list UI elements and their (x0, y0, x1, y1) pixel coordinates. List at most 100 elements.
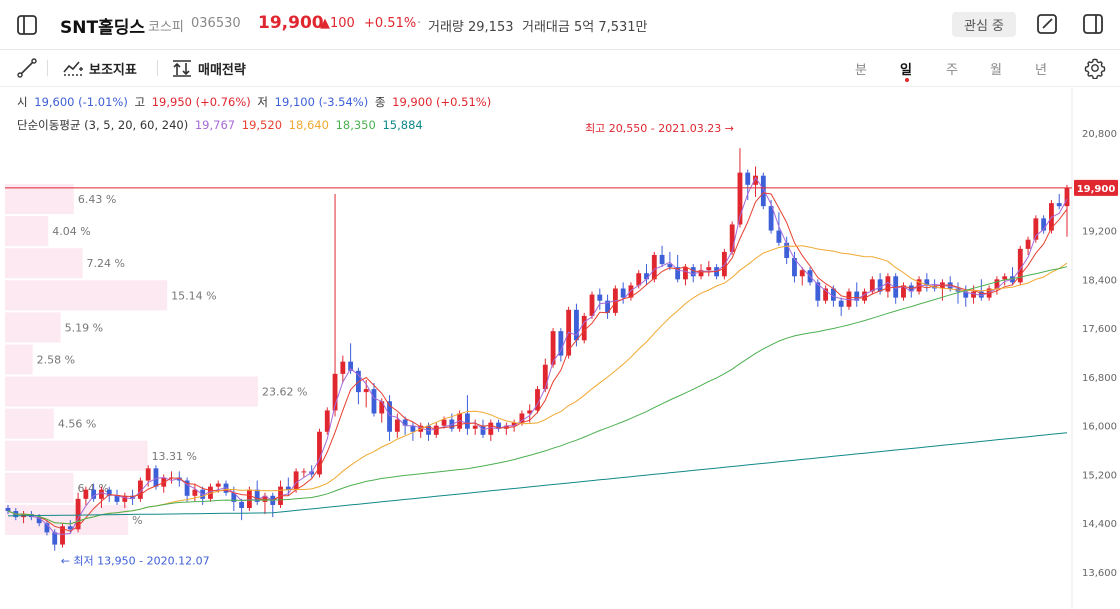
ma240-value: 15,884 (382, 118, 423, 132)
ma5-value: 19,520 (241, 118, 283, 132)
candle-body (402, 419, 408, 426)
y-tick-label: 20,800 (1082, 129, 1117, 140)
candle-body (877, 279, 883, 292)
gear-icon[interactable] (1083, 56, 1107, 80)
candles-group (5, 148, 1070, 551)
volume-profile-bar (5, 312, 61, 343)
volume-profile-bar (5, 216, 49, 247)
y-tick-label: 16,000 (1082, 422, 1117, 433)
y-tick-label: 15,200 (1082, 470, 1117, 481)
candle-body (441, 419, 447, 426)
low-value: 19,100 (-3.54%) (274, 95, 369, 109)
low-label: 저 (257, 95, 269, 109)
candle-body (760, 175, 766, 207)
open-label: 시 (17, 95, 28, 109)
period-day-tab[interactable]: 일 (900, 59, 912, 78)
period-month-tab[interactable]: 월 (990, 59, 1002, 78)
candlestick-chart[interactable]: 20,800 19,200 18,400 17,600 16,800 16,000 15,2… (0, 88, 1120, 609)
candle-body (706, 267, 712, 271)
volume-profile-label: 6.43 % (78, 193, 116, 206)
volume-profile-label: % (132, 514, 142, 527)
draw-line-icon[interactable] (16, 57, 38, 79)
volume-profile-label: 5.19 % (65, 321, 103, 334)
trade-volume: 거래량 29,153 (428, 20, 514, 35)
toolbar-divider (47, 60, 48, 76)
candle-body (83, 489, 89, 499)
ma60-value: 18,350 (335, 118, 376, 132)
indicator-button[interactable]: 보조지표 (62, 56, 137, 80)
sidebar-toggle-icon[interactable] (14, 12, 40, 38)
strategy-label: 매매전략 (198, 62, 246, 78)
candle-body (480, 425, 486, 435)
high-value: 19,950 (+0.76%) (151, 95, 251, 109)
y-tick-label: 17,600 (1082, 324, 1117, 335)
candle-body (99, 489, 104, 499)
period-minute-tab[interactable]: 분 (855, 59, 867, 78)
trade-amount: 거래대금 5억 7,531만 (522, 20, 648, 35)
candle-body (1002, 276, 1008, 280)
low-annotation: ← 최저 13,950 - 2020.12.07 (61, 555, 210, 568)
active-period-indicator (905, 78, 909, 82)
candle-body (589, 294, 595, 316)
toolbar-divider (157, 60, 158, 76)
candle-body (542, 364, 548, 390)
candle-body (784, 242, 790, 258)
separator-dot: · (417, 16, 422, 31)
candle-body (581, 315, 587, 341)
candle-body (799, 270, 805, 277)
price-change-percent: +0.51% (364, 16, 417, 31)
candle-body (721, 251, 727, 277)
candle-body (293, 471, 299, 490)
close-value: 19,900 (+0.51%) (392, 95, 492, 109)
edit-icon[interactable] (1035, 12, 1059, 36)
candle-body (215, 483, 221, 487)
current-price-tag-label: 19,900 (1077, 184, 1116, 195)
candle-body (776, 230, 782, 243)
ma20-value: 18,640 (288, 118, 329, 132)
strategy-icon (173, 60, 191, 77)
y-tick-label: 18,400 (1082, 275, 1117, 286)
volume-profile-bar (5, 184, 74, 215)
candle-body (379, 401, 385, 414)
candle-body (246, 489, 252, 508)
volume-profile-label: 4.04 % (52, 225, 90, 238)
ohlc-summary: 시 19,600 (-1.01%) 고 19,950 (+0.76%) 저 19… (17, 94, 494, 110)
period-week-tab[interactable]: 주 (946, 59, 958, 78)
volume-profile-bar (5, 408, 54, 439)
volume-profile-bar (5, 472, 74, 503)
candle-body (620, 288, 626, 298)
candle-body (597, 294, 603, 301)
candle-body (371, 389, 377, 414)
strategy-button[interactable]: 매매전략 (171, 56, 246, 80)
candle-body (52, 532, 58, 545)
candle-body (651, 254, 657, 280)
candle-body (145, 468, 151, 481)
y-tick-label: 16,800 (1082, 373, 1117, 384)
candle-body (729, 224, 735, 252)
candle-body (340, 361, 346, 374)
period-year-tab[interactable]: 년 (1035, 59, 1047, 78)
candle-body (324, 410, 330, 432)
watchlist-button[interactable]: 관심 중 (952, 12, 1016, 37)
high-label: 고 (134, 95, 146, 109)
candle-body (1025, 239, 1031, 249)
volume-profile-label: 2.58 % (37, 354, 75, 367)
current-price: 19,900 (258, 13, 324, 33)
candle-body (558, 331, 564, 356)
volume-profile-bar (5, 376, 258, 407)
volume-profile-label: 13.31 % (152, 450, 197, 463)
candle-body (1064, 187, 1070, 207)
indicator-label: 보조지표 (89, 62, 137, 78)
volume-profile-label: 15.14 % (171, 289, 216, 302)
candle-body (363, 389, 369, 393)
candle-body (1056, 203, 1062, 207)
volume-profile-bar (5, 248, 83, 279)
stock-code: 036530 (191, 16, 241, 31)
volume-profile-label: 23.62 % (262, 386, 307, 399)
indicator-icon (63, 61, 83, 76)
candle-body (971, 291, 976, 298)
candle-body (67, 526, 73, 530)
panel-icon[interactable] (1081, 12, 1105, 36)
candle-body (465, 413, 470, 429)
price-chart[interactable]: 20,800 19,200 18,400 17,600 16,800 16,000 15,2… (0, 88, 1120, 609)
